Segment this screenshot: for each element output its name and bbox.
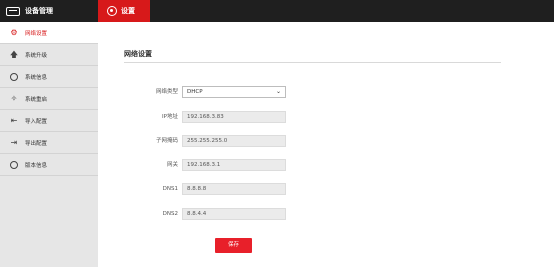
brand[interactable]: 设备管理 <box>0 0 98 22</box>
dns1-label: DNS1 <box>162 186 178 192</box>
ip-row: IP地址 192.168.3.83 <box>98 111 554 123</box>
sidebar-item-label: 系统信息 <box>25 74 48 81</box>
top-bar: 设备管理 设置 <box>0 0 554 22</box>
gateway-field[interactable]: 192.168.3.1 <box>182 159 286 171</box>
tab-settings-label: 设置 <box>121 7 135 15</box>
arrow-up-icon: 🡅 <box>9 49 19 59</box>
dns2-field[interactable]: 8.8.4.4 <box>182 208 286 220</box>
subnet-field[interactable]: 255.255.255.0 <box>182 135 286 147</box>
dns2-row: DNS2 8.8.4.4 <box>98 208 554 220</box>
title-divider <box>124 62 501 63</box>
gateway-label: 网关 <box>166 162 178 168</box>
sidebar: ⚙ 网络设置 🡅 系统升级 系统信息 ✧ 系统重启 ⇤ 导入配置 ⇥ 导出配置 … <box>0 22 98 267</box>
save-button[interactable]: 保存 <box>215 238 252 253</box>
sidebar-item-system-upgrade[interactable]: 🡅 系统升级 <box>0 44 98 66</box>
sidebar-item-label: 系统升级 <box>25 52 48 59</box>
info-icon <box>9 72 19 81</box>
gear-icon <box>107 6 117 16</box>
tab-settings[interactable]: 设置 <box>98 0 150 22</box>
gear-icon: ⚙ <box>10 27 18 37</box>
export-icon: ⇥ <box>10 137 18 147</box>
ip-label: IP地址 <box>162 114 178 120</box>
sidebar-item-label: 导出配置 <box>25 140 48 147</box>
sidebar-item-export-config[interactable]: ⇥ 导出配置 <box>0 132 98 154</box>
subnet-label: 子网掩码 <box>155 138 178 144</box>
version-icon <box>9 160 19 169</box>
gateway-row: 网关 192.168.3.1 <box>98 159 554 171</box>
subnet-row: 子网掩码 255.255.255.0 <box>98 135 554 147</box>
sidebar-item-label: 版本信息 <box>25 162 48 169</box>
sidebar-item-system-restart[interactable]: ✧ 系统重启 <box>0 88 98 110</box>
restart-icon: ✧ <box>10 93 18 103</box>
network-type-select[interactable]: DHCP ⌄ <box>182 86 286 98</box>
network-type-value: DHCP <box>187 89 203 95</box>
sidebar-item-label: 导入配置 <box>25 118 48 125</box>
dns1-row: DNS1 8.8.8.8 <box>98 183 554 195</box>
network-type-label: 网络类型 <box>155 89 178 95</box>
sidebar-item-version-info[interactable]: 版本信息 <box>0 154 98 176</box>
sidebar-item-system-info[interactable]: 系统信息 <box>0 66 98 88</box>
sidebar-item-label: 网络设置 <box>25 30 48 37</box>
dns2-label: DNS2 <box>162 211 178 217</box>
sidebar-item-import-config[interactable]: ⇤ 导入配置 <box>0 110 98 132</box>
sidebar-item-network-settings[interactable]: ⚙ 网络设置 <box>0 22 98 44</box>
dns1-field[interactable]: 8.8.8.8 <box>182 183 286 195</box>
ip-field[interactable]: 192.168.3.83 <box>182 111 286 123</box>
import-icon: ⇤ <box>10 115 18 125</box>
sidebar-item-label: 系统重启 <box>25 96 48 103</box>
page-title: 网络设置 <box>124 50 152 58</box>
chevron-down-icon: ⌄ <box>275 88 281 95</box>
network-type-row: 网络类型 DHCP ⌄ <box>98 86 554 98</box>
brand-label: 设备管理 <box>25 7 53 15</box>
main-content: 网络设置 网络类型 DHCP ⌄ IP地址 192.168.3.83 子网掩码 … <box>98 22 554 267</box>
device-manager-icon <box>6 6 20 16</box>
